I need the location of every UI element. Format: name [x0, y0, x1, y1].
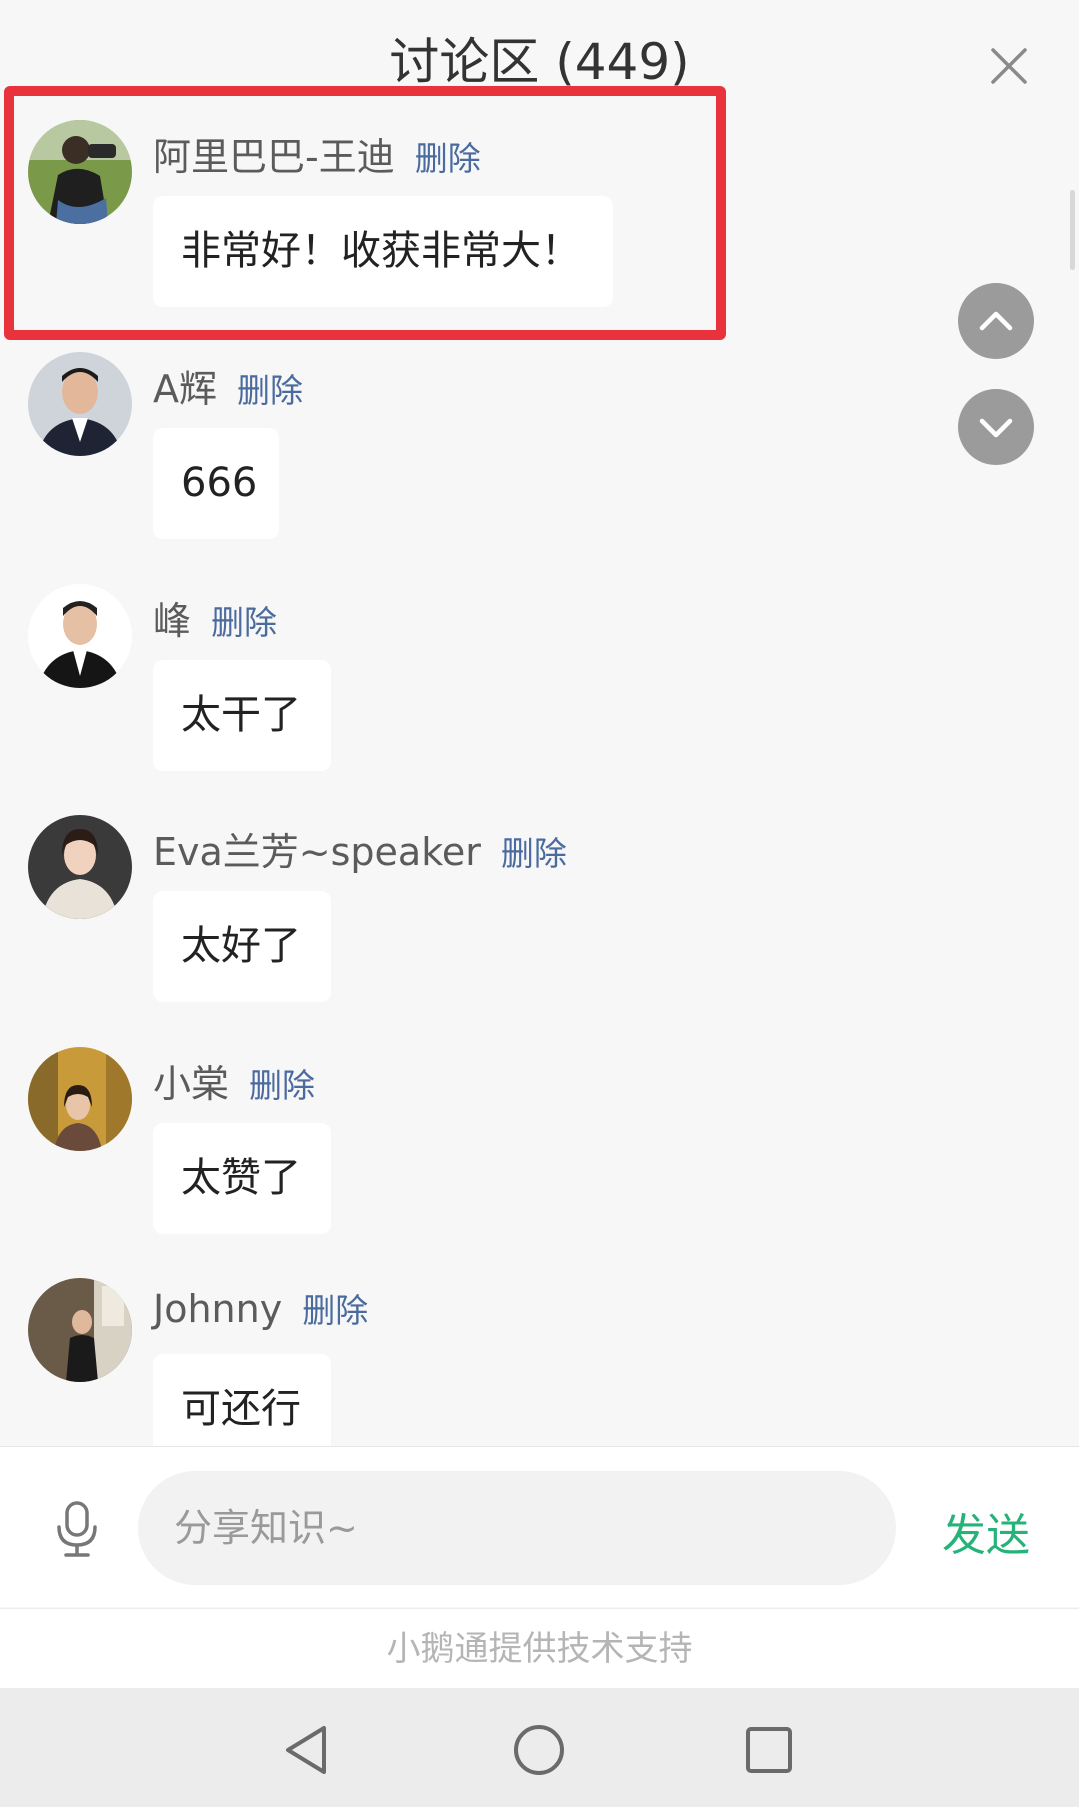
powered-by-footer: 小鹅通提供技术支持 — [0, 1608, 1079, 1689]
username: 峰 — [153, 599, 192, 643]
username: A辉 — [153, 367, 217, 411]
username: 小棠 — [153, 1062, 230, 1106]
username: 阿里巴巴-王迪 — [153, 135, 395, 179]
square-recent-icon[interactable] — [741, 1722, 797, 1778]
avatar[interactable] — [28, 352, 132, 456]
username: Johnny — [153, 1287, 283, 1331]
triangle-back-icon[interactable] — [280, 1722, 336, 1778]
close-icon[interactable] — [983, 40, 1035, 92]
delete-link[interactable]: 删除 — [211, 596, 277, 644]
comment-input[interactable] — [138, 1471, 896, 1585]
delete-link[interactable]: 删除 — [249, 1059, 315, 1107]
username: Eva兰芳~speaker — [153, 830, 481, 874]
avatar[interactable] — [28, 1278, 132, 1382]
comment-bubble: 非常好！收获非常大！ — [153, 196, 613, 307]
avatar[interactable] — [28, 120, 132, 224]
circle-home-icon[interactable] — [511, 1722, 567, 1778]
delete-link[interactable]: 删除 — [501, 827, 567, 875]
chevron-down-icon — [979, 418, 1013, 438]
delete-link[interactable]: 删除 — [237, 364, 303, 412]
scrollbar-thumb[interactable] — [1070, 190, 1075, 270]
comment-bubble: 太好了 — [153, 891, 331, 1002]
comment-bubble: 666 — [153, 428, 279, 539]
scroll-up-button[interactable] — [958, 283, 1034, 359]
comment-composer: 发送 — [0, 1446, 1079, 1607]
discussion-header: 讨论区 (449) — [0, 0, 1079, 100]
page-title: 讨论区 (449) — [389, 33, 690, 91]
avatar[interactable] — [28, 815, 132, 919]
system-nav-bar — [0, 1688, 1079, 1807]
scroll-down-button[interactable] — [958, 389, 1034, 465]
chevron-up-icon — [979, 311, 1013, 331]
avatar[interactable] — [28, 584, 132, 688]
delete-link[interactable]: 删除 — [302, 1284, 368, 1332]
comment-bubble: 太赞了 — [153, 1123, 331, 1234]
avatar[interactable] — [28, 1047, 132, 1151]
microphone-icon[interactable] — [52, 1499, 102, 1559]
delete-link[interactable]: 删除 — [415, 132, 481, 180]
comment-bubble: 太干了 — [153, 660, 331, 771]
send-button[interactable]: 发送 — [942, 1499, 1030, 1563]
